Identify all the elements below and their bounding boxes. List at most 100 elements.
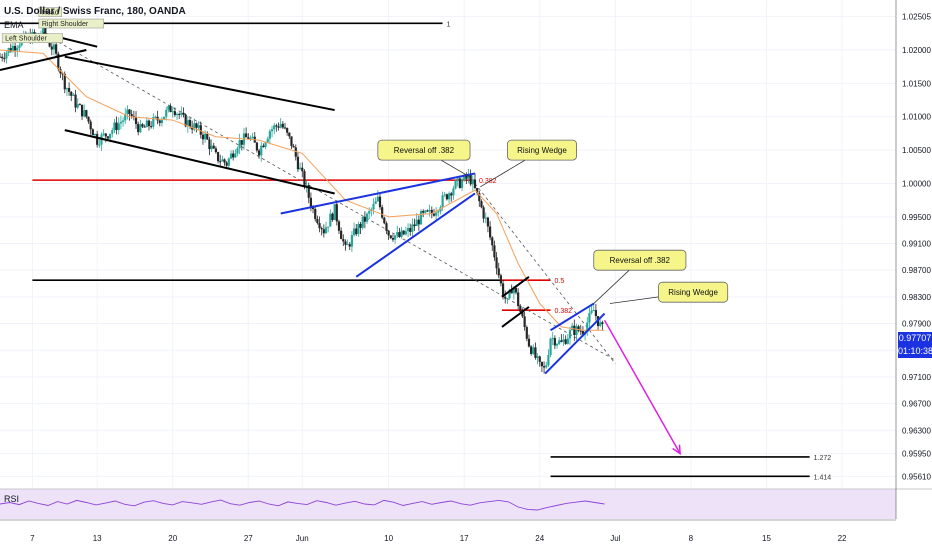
grid xyxy=(0,0,896,519)
candle-body xyxy=(376,196,379,202)
candle-body xyxy=(445,194,449,200)
candle-body xyxy=(333,204,336,220)
candle-body xyxy=(206,133,209,140)
candle-body xyxy=(208,139,211,150)
candle-body xyxy=(296,156,300,170)
candle-body xyxy=(357,223,360,235)
candle-body xyxy=(560,340,563,342)
candle-body xyxy=(255,142,259,151)
rsi-indicator-label[interactable]: RSI xyxy=(4,494,19,504)
candle-body xyxy=(493,245,496,258)
time-tick-label: 15 xyxy=(762,534,771,543)
candle-body xyxy=(573,325,576,336)
candle-body xyxy=(350,235,354,247)
candle-body xyxy=(394,235,397,240)
price-axis[interactable]: 1.02505 1.02000 1.01500 1.01000 1.00500 1.000… xyxy=(895,0,931,519)
candle-body xyxy=(538,356,541,362)
candle-body xyxy=(469,174,472,185)
time-tick-label: Jul xyxy=(610,534,620,543)
candle-body xyxy=(197,125,200,128)
chart-canvas[interactable]: 1 0.382 0.5 0.382 1.272 1.414 Reversal off .3… xyxy=(0,0,932,550)
candle-body xyxy=(50,46,53,50)
candle-body xyxy=(592,310,595,312)
candle-body xyxy=(594,310,597,317)
candle-body xyxy=(182,112,185,115)
level-label: 1.272 xyxy=(814,455,832,462)
time-tick-label: 27 xyxy=(244,534,253,543)
candle-body xyxy=(497,268,500,276)
candle-body xyxy=(158,120,161,124)
candle-body xyxy=(275,125,278,127)
candle-body xyxy=(277,126,280,128)
candle-body xyxy=(286,128,289,133)
price-tick-label: 0.97100 xyxy=(902,373,931,382)
candle-body xyxy=(378,196,382,208)
time-tick-label: 24 xyxy=(535,534,544,543)
time-axis[interactable]: 7 13 20 27 Jun 10 17 24 Jul 8 15 22 xyxy=(0,519,896,543)
candle-body xyxy=(417,219,420,225)
candle-body xyxy=(381,207,384,218)
candle-body xyxy=(352,228,356,236)
candle-body xyxy=(78,104,81,106)
candle-body xyxy=(545,365,548,368)
price-tick-label: 0.98700 xyxy=(902,266,931,275)
candle-body xyxy=(365,213,369,222)
candle-body xyxy=(473,179,477,189)
candle-body xyxy=(568,330,572,339)
candle-body xyxy=(111,130,114,134)
price-tick-label: 0.96300 xyxy=(902,426,931,435)
candle-body xyxy=(406,228,410,232)
candle-body xyxy=(249,137,252,140)
candle-body xyxy=(288,132,291,137)
candle-body xyxy=(109,133,112,139)
chart-title: U.S. Dollar / Swiss Franc, 180, OANDA xyxy=(4,6,186,17)
candle-body xyxy=(216,152,220,162)
level-label: 0.5 xyxy=(555,278,565,285)
time-tick-label: 13 xyxy=(93,534,102,543)
price-tick-label: 0.99500 xyxy=(902,213,931,222)
candle-body xyxy=(441,195,444,208)
candle-body xyxy=(456,178,459,181)
candle-body xyxy=(141,124,144,127)
candle-body xyxy=(245,133,248,138)
candle-body xyxy=(553,338,556,346)
ema-indicator-label[interactable]: EMA xyxy=(4,20,24,30)
candle-body xyxy=(262,145,265,148)
candle-body xyxy=(104,133,107,137)
candle-body xyxy=(85,110,88,117)
candle-body xyxy=(484,217,487,219)
candle-body xyxy=(229,153,233,159)
candle-body xyxy=(1,56,4,59)
candle-body xyxy=(65,88,69,90)
candle-body xyxy=(428,210,431,212)
candle-body xyxy=(283,127,287,129)
candle-body xyxy=(273,125,276,130)
candlesticks xyxy=(0,24,604,374)
candle-body xyxy=(540,361,544,367)
candle-body xyxy=(318,223,321,229)
dashed-trend-line xyxy=(474,183,616,364)
candle-body xyxy=(93,133,97,136)
bar-countdown-label: 01:10:38 xyxy=(898,345,932,358)
candle-body xyxy=(342,239,345,242)
candle-body xyxy=(70,91,73,96)
candle-body xyxy=(480,201,483,208)
candle-body xyxy=(426,210,429,212)
candle-body xyxy=(547,355,550,366)
candle-body xyxy=(495,257,498,269)
candle-body xyxy=(413,224,416,227)
candle-body xyxy=(372,203,375,210)
candle-body xyxy=(482,207,485,219)
candle-body xyxy=(486,217,490,227)
candle-body xyxy=(562,339,565,342)
candle-body xyxy=(16,47,19,51)
candle-body xyxy=(506,298,509,300)
candle-body xyxy=(415,219,418,227)
candle-body xyxy=(76,104,79,108)
candle-body xyxy=(424,210,427,213)
candle-body xyxy=(530,346,533,354)
price-tick-label: 1.01000 xyxy=(902,113,931,122)
candle-body xyxy=(260,145,263,156)
candle-body xyxy=(126,109,129,114)
candle-body xyxy=(458,178,461,188)
